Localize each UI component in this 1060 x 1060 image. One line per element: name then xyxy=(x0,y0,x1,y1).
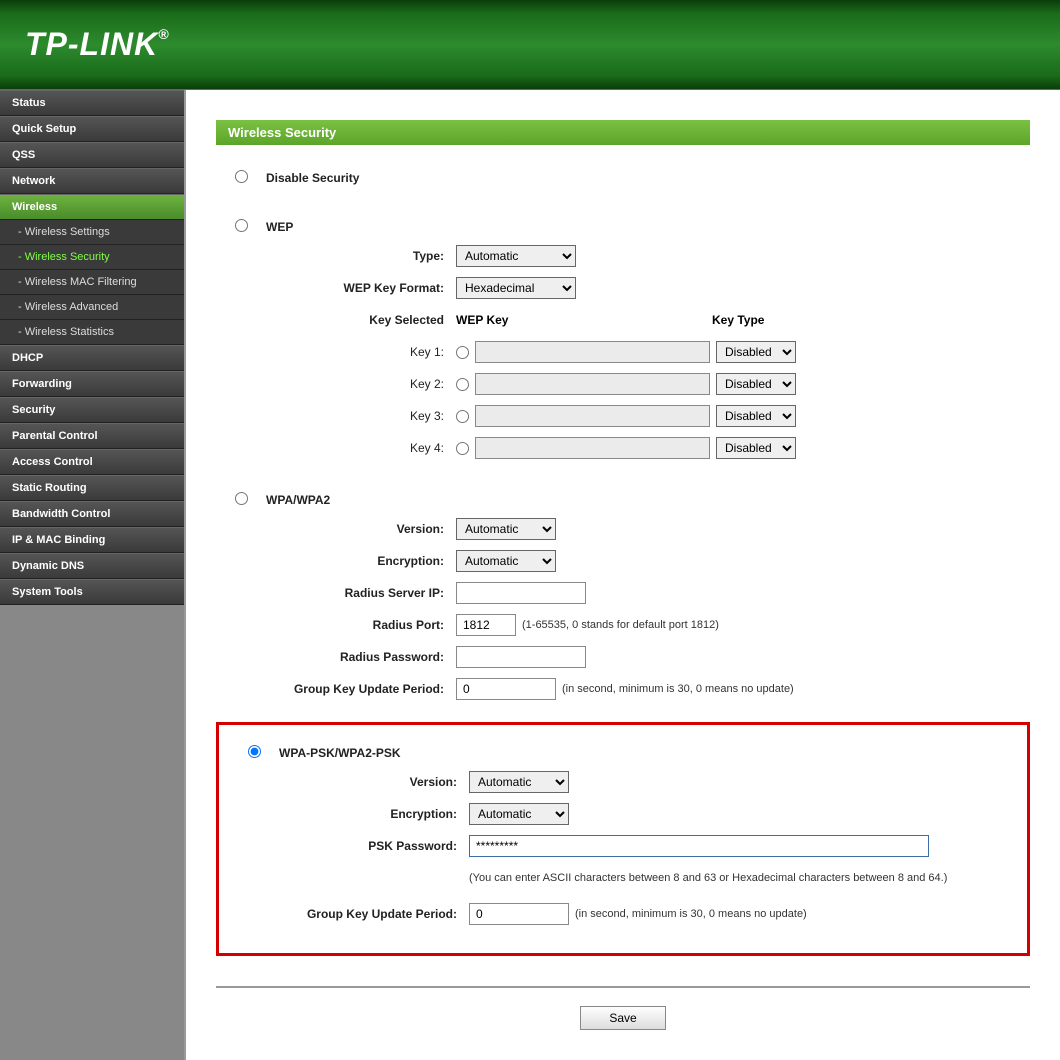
nav-wireless-advanced[interactable]: - Wireless Advanced xyxy=(0,295,184,320)
logo: TP-LINK® xyxy=(25,26,170,63)
nav-network[interactable]: Network xyxy=(0,168,184,194)
wep-key4-input[interactable] xyxy=(475,437,710,459)
nav-status[interactable]: Status xyxy=(0,90,184,116)
psk-password-label: PSK Password: xyxy=(229,839,469,853)
header-banner: TP-LINK® xyxy=(0,0,1060,90)
wpa-radius-port-input[interactable] xyxy=(456,614,516,636)
nav-security[interactable]: Security xyxy=(0,397,184,423)
wep-key-header: WEP Key xyxy=(456,313,706,327)
wep-key3-type-select[interactable]: Disabled xyxy=(716,405,796,427)
label-wep: WEP xyxy=(266,220,293,234)
wpa-radius-ip-label: Radius Server IP: xyxy=(216,586,456,600)
nav-dynamic-dns[interactable]: Dynamic DNS xyxy=(0,553,184,579)
wpa-encryption-label: Encryption: xyxy=(216,554,456,568)
psk-encryption-select[interactable]: Automatic xyxy=(469,803,569,825)
wpa-psk-highlight-box: WPA-PSK/WPA2-PSK Version: Automatic Encr… xyxy=(216,722,1030,956)
content-area: Wireless Security Disable Security WEP T… xyxy=(185,90,1060,1060)
wep-key-selected-label: Key Selected xyxy=(216,313,456,327)
wep-key-type-header: Key Type xyxy=(712,313,764,327)
wpa-group-key-label: Group Key Update Period: xyxy=(216,682,456,696)
nav-quick-setup[interactable]: Quick Setup xyxy=(0,116,184,142)
radio-disable-security[interactable] xyxy=(235,170,248,183)
label-wpa-psk: WPA-PSK/WPA2-PSK xyxy=(279,746,401,760)
nav-wireless-settings[interactable]: - Wireless Settings xyxy=(0,220,184,245)
wpa-version-label: Version: xyxy=(216,522,456,536)
wep-key4-radio[interactable] xyxy=(456,442,469,455)
wpa-radius-pw-input[interactable] xyxy=(456,646,586,668)
sidebar: Status Quick Setup QSS Network Wireless … xyxy=(0,90,185,1060)
nav-wireless-security[interactable]: - Wireless Security xyxy=(0,245,184,270)
psk-password-input[interactable] xyxy=(469,835,929,857)
nav-access-control[interactable]: Access Control xyxy=(0,449,184,475)
nav-wireless-statistics[interactable]: - Wireless Statistics xyxy=(0,320,184,345)
radio-wpa[interactable] xyxy=(235,492,248,505)
label-wpa: WPA/WPA2 xyxy=(266,493,330,507)
wep-key4-type-select[interactable]: Disabled xyxy=(716,437,796,459)
wep-format-label: WEP Key Format: xyxy=(216,281,456,295)
wep-type-label: Type: xyxy=(216,249,456,263)
wep-key2-label: Key 2: xyxy=(216,377,456,391)
wep-key2-type-select[interactable]: Disabled xyxy=(716,373,796,395)
divider xyxy=(216,986,1030,988)
wep-key2-radio[interactable] xyxy=(456,378,469,391)
wep-key1-radio[interactable] xyxy=(456,346,469,359)
nav-bandwidth-control[interactable]: Bandwidth Control xyxy=(0,501,184,527)
nav-dhcp[interactable]: DHCP xyxy=(0,345,184,371)
nav-ip-mac-binding[interactable]: IP & MAC Binding xyxy=(0,527,184,553)
wpa-version-select[interactable]: Automatic xyxy=(456,518,556,540)
nav-qss[interactable]: QSS xyxy=(0,142,184,168)
page-title: Wireless Security xyxy=(216,120,1030,145)
wep-key1-label: Key 1: xyxy=(216,345,456,359)
psk-version-select[interactable]: Automatic xyxy=(469,771,569,793)
wpa-radius-pw-label: Radius Password: xyxy=(216,650,456,664)
wpa-encryption-select[interactable]: Automatic xyxy=(456,550,556,572)
psk-version-label: Version: xyxy=(229,775,469,789)
wep-type-select[interactable]: Automatic xyxy=(456,245,576,267)
wep-key3-label: Key 3: xyxy=(216,409,456,423)
wpa-group-key-hint: (in second, minimum is 30, 0 means no up… xyxy=(562,683,794,695)
wep-key4-label: Key 4: xyxy=(216,441,456,455)
psk-group-key-hint: (in second, minimum is 30, 0 means no up… xyxy=(575,908,807,920)
wpa-radius-ip-input[interactable] xyxy=(456,582,586,604)
radio-wep[interactable] xyxy=(235,219,248,232)
nav-static-routing[interactable]: Static Routing xyxy=(0,475,184,501)
wpa-radius-port-label: Radius Port: xyxy=(216,618,456,632)
wep-key2-input[interactable] xyxy=(475,373,710,395)
wep-key3-input[interactable] xyxy=(475,405,710,427)
wep-format-select[interactable]: Hexadecimal xyxy=(456,277,576,299)
nav-wireless-mac-filtering[interactable]: - Wireless MAC Filtering xyxy=(0,270,184,295)
nav-wireless[interactable]: Wireless xyxy=(0,194,184,220)
wpa-radius-port-hint: (1-65535, 0 stands for default port 1812… xyxy=(522,619,719,631)
nav-parental-control[interactable]: Parental Control xyxy=(0,423,184,449)
radio-wpa-psk[interactable] xyxy=(248,745,261,758)
psk-group-key-label: Group Key Update Period: xyxy=(229,907,469,921)
nav-forwarding[interactable]: Forwarding xyxy=(0,371,184,397)
save-button[interactable]: Save xyxy=(580,1006,665,1030)
wep-key3-radio[interactable] xyxy=(456,410,469,423)
psk-password-hint: (You can enter ASCII characters between … xyxy=(469,872,947,884)
wep-key1-input[interactable] xyxy=(475,341,710,363)
nav-system-tools[interactable]: System Tools xyxy=(0,579,184,605)
wpa-group-key-input[interactable] xyxy=(456,678,556,700)
psk-encryption-label: Encryption: xyxy=(229,807,469,821)
psk-group-key-input[interactable] xyxy=(469,903,569,925)
wep-key1-type-select[interactable]: Disabled xyxy=(716,341,796,363)
label-disable-security: Disable Security xyxy=(266,171,359,185)
